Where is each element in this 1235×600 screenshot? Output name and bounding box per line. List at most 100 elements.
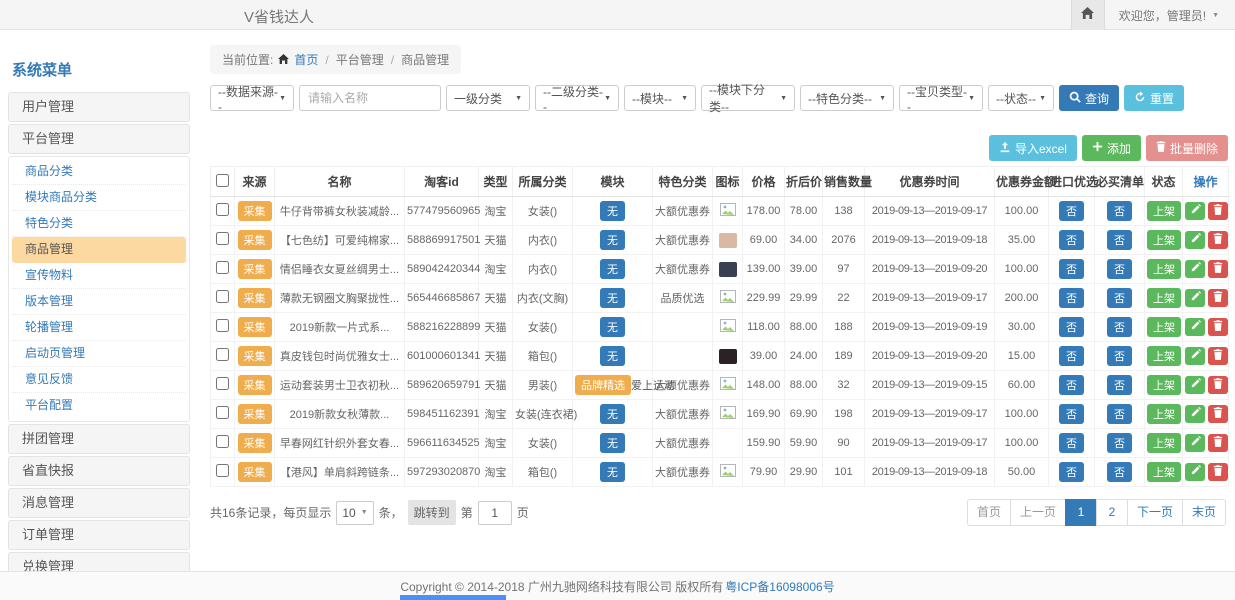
must-buy-toggle-button[interactable]: 否 [1107, 462, 1132, 482]
breadcrumb-item[interactable]: 商品管理 [401, 51, 449, 68]
page-number-input[interactable] [478, 501, 512, 525]
filter-status-select[interactable]: --状态--▼ [988, 85, 1054, 111]
status-button[interactable]: 上架 [1147, 375, 1181, 395]
pager-button[interactable]: 下一页 [1127, 499, 1183, 526]
edit-button[interactable] [1185, 347, 1205, 365]
per-page-select[interactable]: 10 ▼ [336, 501, 373, 525]
select-all-checkbox[interactable] [216, 174, 229, 187]
pager-button[interactable]: 末页 [1182, 499, 1226, 526]
row-checkbox[interactable] [216, 406, 229, 419]
edit-button[interactable] [1185, 289, 1205, 307]
product-name-input[interactable] [299, 85, 441, 111]
filter-item-type-select[interactable]: --宝贝类型--▼ [899, 85, 983, 111]
import-toggle-button[interactable]: 否 [1059, 375, 1084, 395]
import-toggle-button[interactable]: 否 [1059, 201, 1084, 221]
import-toggle-button[interactable]: 否 [1059, 317, 1084, 337]
must-buy-toggle-button[interactable]: 否 [1107, 375, 1132, 395]
sidebar-menu-item[interactable]: 商品分类 [12, 159, 186, 185]
breadcrumb-item[interactable]: 平台管理 [336, 51, 384, 68]
must-buy-toggle-button[interactable]: 否 [1107, 230, 1132, 250]
row-checkbox[interactable] [216, 377, 229, 390]
edit-button[interactable] [1185, 318, 1205, 336]
row-checkbox[interactable] [216, 290, 229, 303]
filter-cat2-select[interactable]: --二级分类--▼ [535, 85, 619, 111]
sidebar-menu-item[interactable]: 轮播管理 [12, 315, 186, 341]
must-buy-toggle-button[interactable]: 否 [1107, 346, 1132, 366]
sidebar-menu-item[interactable]: 意见反馈 [12, 367, 186, 393]
sidebar-menu-item[interactable]: 版本管理 [12, 289, 186, 315]
sidebar-menu-item[interactable]: 模块商品分类 [12, 185, 186, 211]
sidebar-menu-item[interactable]: 宣传物料 [12, 263, 186, 289]
edit-button[interactable] [1185, 260, 1205, 278]
row-checkbox[interactable] [216, 203, 229, 216]
edit-button[interactable] [1185, 434, 1205, 452]
edit-button[interactable] [1185, 231, 1205, 249]
pager-button[interactable]: 首页 [967, 499, 1011, 526]
breadcrumb-home-link[interactable]: 首页 [294, 51, 318, 68]
import-toggle-button[interactable]: 否 [1059, 259, 1084, 279]
delete-button[interactable] [1208, 347, 1228, 365]
add-button[interactable]: 添加 [1082, 135, 1141, 161]
must-buy-toggle-button[interactable]: 否 [1107, 433, 1132, 453]
delete-button[interactable] [1208, 376, 1228, 394]
delete-button[interactable] [1208, 463, 1228, 481]
sidebar-group-item[interactable]: 省直快报 [8, 456, 190, 486]
must-buy-toggle-button[interactable]: 否 [1107, 201, 1132, 221]
import-toggle-button[interactable]: 否 [1059, 433, 1084, 453]
pager-button[interactable]: 2 [1096, 499, 1128, 526]
home-button[interactable] [1071, 0, 1105, 30]
status-button[interactable]: 上架 [1147, 317, 1181, 337]
row-checkbox[interactable] [216, 319, 229, 332]
pager-button[interactable]: 上一页 [1010, 499, 1066, 526]
filter-special-select[interactable]: --特色分类--▼ [800, 85, 894, 111]
edit-button[interactable] [1185, 376, 1205, 394]
must-buy-toggle-button[interactable]: 否 [1107, 259, 1132, 279]
status-button[interactable]: 上架 [1147, 288, 1181, 308]
row-checkbox[interactable] [216, 464, 229, 477]
status-button[interactable]: 上架 [1147, 201, 1181, 221]
sidebar-group-item[interactable]: 消息管理 [8, 488, 190, 518]
icp-link[interactable]: 粤ICP备16098006号 [725, 578, 834, 595]
must-buy-toggle-button[interactable]: 否 [1107, 317, 1132, 337]
import-toggle-button[interactable]: 否 [1059, 462, 1084, 482]
user-menu[interactable]: 欢迎您，管理员! ▼ [1105, 0, 1235, 30]
status-button[interactable]: 上架 [1147, 346, 1181, 366]
must-buy-toggle-button[interactable]: 否 [1107, 404, 1132, 424]
delete-button[interactable] [1208, 260, 1228, 278]
edit-button[interactable] [1185, 463, 1205, 481]
search-button[interactable]: 查询 [1059, 85, 1119, 111]
edit-button[interactable] [1185, 202, 1205, 220]
row-checkbox[interactable] [216, 435, 229, 448]
import-toggle-button[interactable]: 否 [1059, 230, 1084, 250]
delete-button[interactable] [1208, 318, 1228, 336]
sidebar-menu-item[interactable]: 特色分类 [12, 211, 186, 237]
filter-module-sub-select[interactable]: --模块下分类--▼ [701, 85, 795, 111]
filter-cat1-select[interactable]: 一级分类▼ [446, 85, 530, 111]
filter-module-select[interactable]: --模块--▼ [624, 85, 696, 111]
sidebar-menu-item-active[interactable]: 商品管理 [12, 237, 186, 263]
import-toggle-button[interactable]: 否 [1059, 404, 1084, 424]
reset-button[interactable]: 重置 [1124, 85, 1184, 111]
status-button[interactable]: 上架 [1147, 433, 1181, 453]
delete-button[interactable] [1208, 231, 1228, 249]
sidebar-group-item[interactable]: 平台管理 [8, 124, 190, 154]
edit-button[interactable] [1185, 405, 1205, 423]
status-button[interactable]: 上架 [1147, 230, 1181, 250]
delete-button[interactable] [1208, 289, 1228, 307]
import-toggle-button[interactable]: 否 [1059, 288, 1084, 308]
sidebar-group-item[interactable]: 用户管理 [8, 92, 190, 122]
delete-button[interactable] [1208, 202, 1228, 220]
import-excel-button[interactable]: 导入excel [989, 135, 1077, 161]
row-checkbox[interactable] [216, 261, 229, 274]
status-button[interactable]: 上架 [1147, 404, 1181, 424]
delete-button[interactable] [1208, 405, 1228, 423]
import-toggle-button[interactable]: 否 [1059, 346, 1084, 366]
delete-button[interactable] [1208, 434, 1228, 452]
filter-source-select[interactable]: --数据来源--▼ [210, 85, 294, 111]
sidebar-group-item[interactable]: 订单管理 [8, 520, 190, 550]
sidebar-menu-item[interactable]: 平台配置 [12, 393, 186, 419]
sidebar-group-item[interactable]: 拼团管理 [8, 424, 190, 454]
pager-button[interactable]: 1 [1065, 499, 1097, 526]
sidebar-menu-item[interactable]: 启动页管理 [12, 341, 186, 367]
row-checkbox[interactable] [216, 348, 229, 361]
